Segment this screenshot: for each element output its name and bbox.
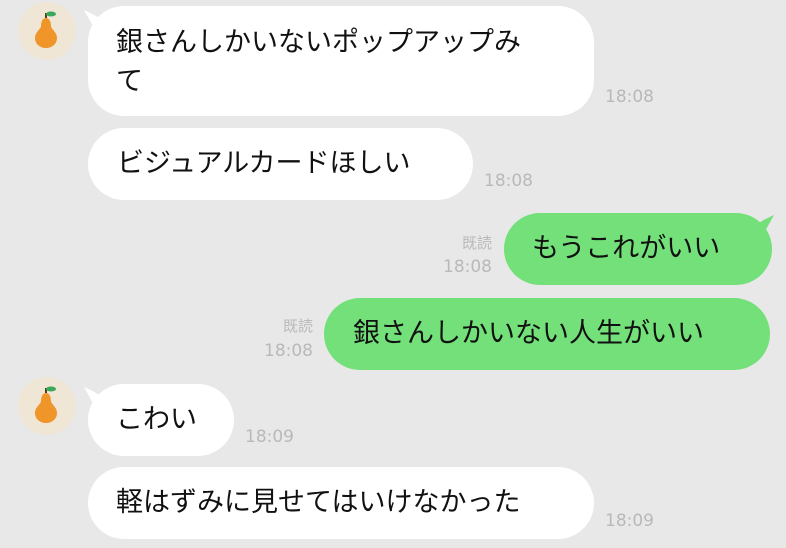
- message-bubble-incoming[interactable]: 銀さんしかいないポップアップみ て: [88, 6, 594, 116]
- message-timestamp: 18:09: [605, 511, 654, 531]
- message-text: 軽はずみに見せてはいけなかった: [116, 487, 521, 518]
- message-text: 銀さんしかいない人生がいい: [353, 318, 704, 349]
- message-bubble-incoming[interactable]: こわい: [88, 384, 234, 456]
- message-text: て: [116, 66, 143, 97]
- message-timestamp: 18:08: [264, 341, 313, 361]
- message-bubble-incoming[interactable]: ビジュアルカードほしい: [88, 128, 473, 200]
- message-text: ビジュアルカードほしい: [117, 148, 411, 179]
- message-timestamp: 18:08: [443, 257, 492, 277]
- message-bubble-outgoing[interactable]: 銀さんしかいない人生がいい: [324, 298, 770, 370]
- pear-icon: [35, 11, 57, 48]
- message-bubble-outgoing[interactable]: もうこれがいい: [504, 213, 772, 285]
- message-text: こわい: [116, 404, 197, 435]
- message-timestamp: 18:09: [245, 427, 294, 447]
- message-text: 銀さんしかいないポップアップみ: [116, 27, 521, 58]
- contact-avatar[interactable]: [18, 377, 76, 435]
- read-receipt: 既読: [282, 317, 313, 335]
- read-receipt: 既読: [461, 234, 492, 252]
- message-timestamp: 18:08: [484, 171, 533, 191]
- message-timestamp: 18:08: [605, 87, 654, 107]
- pear-icon: [35, 386, 57, 423]
- contact-avatar[interactable]: [18, 2, 76, 60]
- message-bubble-incoming[interactable]: 軽はずみに見せてはいけなかった: [88, 467, 594, 539]
- message-text: もうこれがいい: [532, 233, 721, 264]
